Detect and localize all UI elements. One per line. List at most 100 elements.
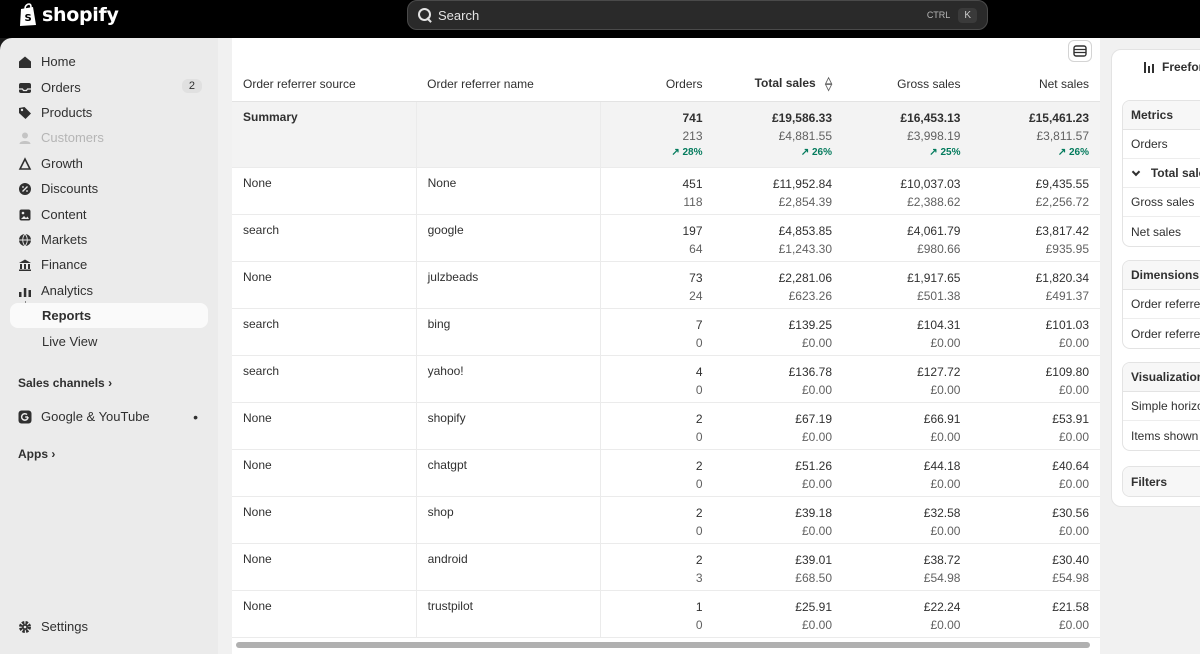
value-current: £3,817.42 xyxy=(1035,223,1089,238)
sidebar-item-markets[interactable]: Markets xyxy=(10,227,208,252)
metric-item-gross-sales[interactable]: Gross sales xyxy=(1123,188,1200,217)
sidebar-item-customers[interactable]: Customers xyxy=(10,125,208,150)
value-current: £2,281.06 xyxy=(778,270,832,285)
cell-orders: 23 xyxy=(600,543,714,591)
table-row[interactable]: search yahoo! 4 0 £136.78 £0.00 £127.72 £0.00 £1… xyxy=(232,355,1100,403)
value-previous: £0.00 xyxy=(801,382,832,397)
dimension-item-name[interactable]: Order referrer name xyxy=(1123,319,1200,348)
shortcut-key: K xyxy=(958,7,977,23)
cell-name: trustpilot xyxy=(416,590,601,638)
sales-channels-section[interactable]: Sales channels › xyxy=(18,376,112,390)
search-bar[interactable]: Search CTRL K xyxy=(407,0,988,30)
value-previous: 0 xyxy=(695,335,703,350)
visualization-style[interactable]: Simple horizontal xyxy=(1123,392,1200,421)
cell-gross: £66.91 £0.00 xyxy=(843,402,972,450)
sidebar-item-products[interactable]: Products xyxy=(10,100,208,125)
items-shown-setting[interactable]: Items shown xyxy=(1123,421,1200,450)
sidebar-item-live-view[interactable]: Live View xyxy=(10,329,208,354)
arrow-up-icon: ↗ xyxy=(671,146,680,158)
more-dot-icon[interactable]: • xyxy=(193,409,198,425)
value-current: £101.03 xyxy=(1045,317,1089,332)
visualization-type-selector[interactable]: Freeform xyxy=(1144,60,1200,74)
dimension-item-source[interactable]: Order referrer source xyxy=(1123,290,1200,319)
search-icon xyxy=(418,8,432,22)
main-area: Order referrer source Order referrer nam… xyxy=(218,38,1200,654)
metrics-title[interactable]: Metrics xyxy=(1123,101,1200,130)
summary-gross-sales-cell: £16,453.13 £3,998.19 ↗ 25% xyxy=(843,101,972,168)
filters-card: Filters xyxy=(1122,466,1200,497)
summary-row: Summary 741 213 ↗ 28% £19,586.33 £4,881.… xyxy=(232,101,1100,168)
table-row[interactable]: None chatgpt 2 0 £51.26 £0.00 £44.18 £0.00 £40.6… xyxy=(232,449,1100,497)
horizontal-scrollbar[interactable] xyxy=(236,642,1090,648)
dimensions-title[interactable]: Dimensions xyxy=(1123,261,1200,290)
table-row[interactable]: search bing 7 0 £139.25 £0.00 £104.31 £0.00 £101… xyxy=(232,308,1100,356)
search-input[interactable]: Search xyxy=(438,8,921,23)
metric-item-total-sales[interactable]: Total sales xyxy=(1123,159,1200,188)
cell-gross: £22.24 £0.00 xyxy=(843,590,972,638)
cell-net: £1,820.34 £491.37 xyxy=(971,261,1100,309)
cell-total: £2,281.06 £623.26 xyxy=(713,261,843,309)
visualization-title[interactable]: Visualization xyxy=(1123,363,1200,392)
table-row[interactable]: None None 451 118 £11,952.84 £2,854.39 £10,037… xyxy=(232,167,1100,215)
value-current: £39.18 xyxy=(795,505,832,520)
filters-title[interactable]: Filters xyxy=(1123,467,1200,496)
cell-gross: £32.58 £0.00 xyxy=(843,496,972,544)
cell-total: £139.25 £0.00 xyxy=(713,308,843,356)
sidebar-item-label: Products xyxy=(41,105,93,120)
value-current: £1,917.65 xyxy=(907,270,961,285)
cell-net: £53.91 £0.00 xyxy=(971,402,1100,450)
value-current: £1,820.34 xyxy=(1035,270,1089,285)
col-header-source[interactable]: Order referrer source xyxy=(232,67,417,102)
sidebar-item-google-youtube[interactable]: Google & YouTube • xyxy=(10,404,208,429)
value-current: 2 xyxy=(695,552,703,567)
table-row[interactable]: None julzbeads 73 24 £2,281.06 £623.26 £1,917.… xyxy=(232,261,1100,309)
sidebar-item-orders[interactable]: Orders 2 xyxy=(10,75,208,100)
table-row[interactable]: None shopify 2 0 £67.19 £0.00 £66.91 £0.00 £53.9… xyxy=(232,402,1100,450)
sidebar-item-settings[interactable]: Settings xyxy=(10,614,208,639)
shopify-logo[interactable]: S shopify xyxy=(18,3,119,27)
value-previous: £0.00 xyxy=(930,617,961,632)
table-row[interactable]: None shop 2 0 £39.18 £0.00 £32.58 £0.00 £30.56 £0… xyxy=(232,496,1100,544)
value-previous: £491.37 xyxy=(1045,288,1089,303)
metric-item-net-sales[interactable]: Net sales xyxy=(1123,217,1200,246)
col-header-gross-sales[interactable]: Gross sales xyxy=(843,67,972,102)
value-current: 7 xyxy=(695,317,703,332)
summary-value-previous: £4,881.55 xyxy=(778,128,832,143)
value-previous: £0.00 xyxy=(930,382,961,397)
metric-label: Total sales xyxy=(1150,166,1200,180)
metric-item-orders[interactable]: Orders xyxy=(1123,130,1200,159)
sort-icon[interactable]: △ ▽ xyxy=(825,76,832,92)
apps-section[interactable]: Apps › xyxy=(18,447,55,461)
bar-chart-icon xyxy=(1144,61,1156,73)
cell-source: None xyxy=(232,590,417,638)
table-row[interactable]: None android 2 3 £39.01 £68.50 £38.72 £54.98 £30… xyxy=(232,543,1100,591)
sidebar-item-growth[interactable]: Growth xyxy=(10,151,208,176)
table-row[interactable]: search google 197 64 £4,853.85 £1,243.30 £4,06… xyxy=(232,214,1100,262)
orders-count-badge: 2 xyxy=(181,79,202,93)
value-current: 2 xyxy=(695,458,703,473)
cell-orders: 73 24 xyxy=(600,261,714,309)
col-header-name[interactable]: Order referrer name xyxy=(416,67,601,102)
summary-change: ↗ 28% xyxy=(612,146,702,158)
sidebar-item-home[interactable]: Home xyxy=(10,49,208,74)
sidebar-item-analytics[interactable]: Analytics xyxy=(10,278,208,303)
report-table-panel: Order referrer source Order referrer nam… xyxy=(232,38,1100,654)
sidebar-item-discounts[interactable]: Discounts xyxy=(10,176,208,201)
value-previous: £2,854.39 xyxy=(778,194,832,209)
table-view-toggle-button[interactable] xyxy=(1068,40,1092,62)
value-previous: £0.00 xyxy=(1058,429,1089,444)
sidebar-item-finance[interactable]: Finance xyxy=(10,252,208,277)
value-current: £51.26 xyxy=(795,458,832,473)
table-row[interactable]: None trustpilot 1 0 £25.91 £0.00 £22.24 £0.00 £2… xyxy=(232,590,1100,638)
value-previous: 64 xyxy=(689,241,703,256)
cell-name: shopify xyxy=(416,402,601,450)
sidebar-item-content[interactable]: Content xyxy=(10,202,208,227)
cell-name: bing xyxy=(416,308,601,356)
col-header-orders[interactable]: Orders xyxy=(600,67,714,102)
sidebar-item-label: Finance xyxy=(41,257,88,272)
cell-name: None xyxy=(416,167,601,215)
col-header-net-sales[interactable]: Net sales xyxy=(971,67,1100,102)
col-header-total-sales[interactable]: Total sales △ ▽ xyxy=(713,67,843,102)
sidebar-item-reports[interactable]: Reports xyxy=(10,303,208,328)
value-current: £4,061.79 xyxy=(907,223,961,238)
